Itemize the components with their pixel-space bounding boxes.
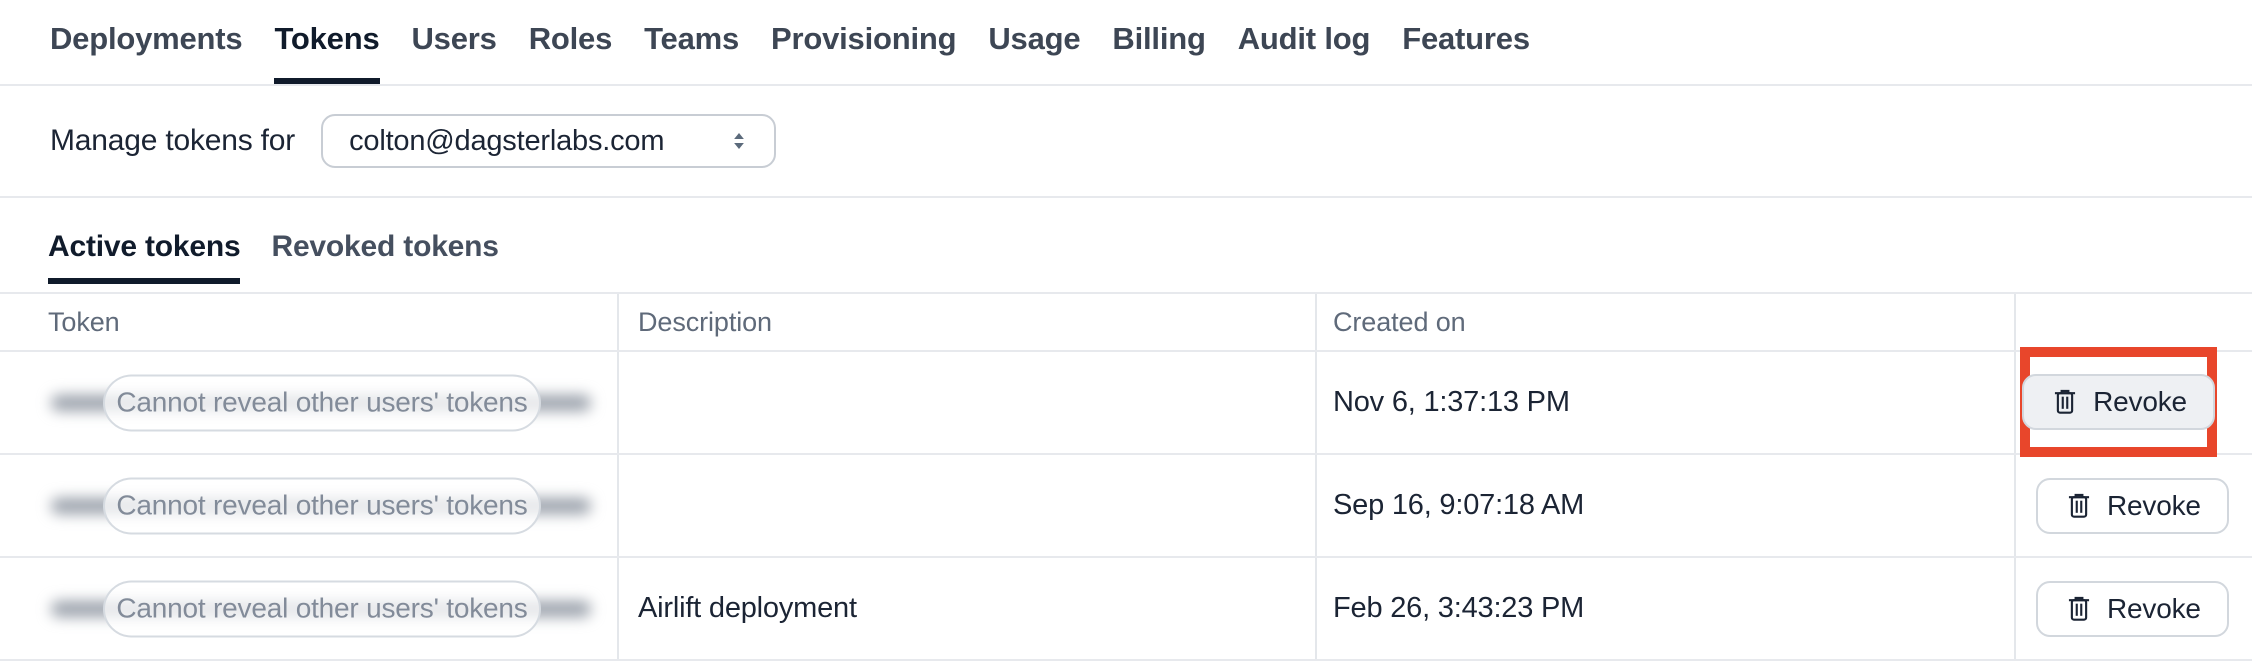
actions-cell: Revoke bbox=[2014, 558, 2252, 659]
tab-revoked-tokens[interactable]: Revoked tokens bbox=[271, 230, 498, 284]
actions-cell: Revoke bbox=[2014, 347, 2252, 457]
token-cell: Cannot reveal other users' tokens bbox=[0, 352, 617, 453]
nav-tab-roles[interactable]: Roles bbox=[529, 0, 613, 84]
created-on-cell: Sep 16, 9:07:18 AM bbox=[1315, 455, 2014, 556]
table-header-row: Token Description Created on bbox=[0, 294, 2252, 352]
revoke-button[interactable]: Revoke bbox=[2036, 477, 2229, 534]
revoke-button[interactable]: Revoke bbox=[2036, 580, 2229, 637]
column-header-created-on: Created on bbox=[1315, 294, 2014, 350]
nav-tab-provisioning[interactable]: Provisioning bbox=[771, 0, 957, 84]
nav-tab-audit-log[interactable]: Audit log bbox=[1238, 0, 1371, 84]
tab-active-tokens[interactable]: Active tokens bbox=[48, 230, 241, 284]
token-status-tabs: Active tokens Revoked tokens bbox=[0, 198, 2252, 292]
nav-tab-teams[interactable]: Teams bbox=[644, 0, 739, 84]
settings-nav: Deployments Tokens Users Roles Teams Pro… bbox=[0, 0, 2252, 86]
up-down-chevrons-icon bbox=[726, 128, 752, 154]
nav-tab-features[interactable]: Features bbox=[1402, 0, 1530, 84]
annotation-highlight-box: Revoke bbox=[2020, 347, 2217, 457]
nav-tab-tokens[interactable]: Tokens bbox=[274, 0, 380, 84]
token-hidden-pill: Cannot reveal other users' tokens bbox=[103, 580, 541, 637]
token-hidden-pill: Cannot reveal other users' tokens bbox=[103, 374, 541, 431]
nav-tab-usage[interactable]: Usage bbox=[988, 0, 1080, 84]
actions-cell: Revoke bbox=[2014, 455, 2252, 556]
table-row: Cannot reveal other users' tokens Sep 16… bbox=[0, 455, 2252, 558]
table-row: Cannot reveal other users' tokens Airlif… bbox=[0, 558, 2252, 661]
manage-tokens-section: Manage tokens for colton@dagsterlabs.com bbox=[0, 86, 2252, 198]
trash-icon bbox=[2050, 387, 2080, 417]
nav-tab-deployments[interactable]: Deployments bbox=[50, 0, 243, 84]
user-select[interactable]: colton@dagsterlabs.com bbox=[321, 114, 777, 168]
created-on-cell: Feb 26, 3:43:23 PM bbox=[1315, 558, 2014, 659]
token-cell: Cannot reveal other users' tokens bbox=[0, 455, 617, 556]
nav-tab-users[interactable]: Users bbox=[412, 0, 497, 84]
description-cell bbox=[617, 352, 1315, 453]
description-cell bbox=[617, 455, 1315, 556]
revoke-button[interactable]: Revoke bbox=[2022, 374, 2215, 430]
column-header-actions bbox=[2014, 294, 2252, 350]
manage-tokens-label: Manage tokens for bbox=[50, 124, 296, 157]
table-row: Cannot reveal other users' tokens Nov 6,… bbox=[0, 347, 2252, 457]
user-select-value: colton@dagsterlabs.com bbox=[349, 124, 665, 157]
trash-icon bbox=[2064, 491, 2094, 521]
nav-tab-billing[interactable]: Billing bbox=[1112, 0, 1206, 84]
description-cell: Airlift deployment bbox=[617, 558, 1315, 659]
token-cell: Cannot reveal other users' tokens bbox=[0, 558, 617, 659]
trash-icon bbox=[2064, 594, 2094, 624]
column-header-token: Token bbox=[48, 306, 120, 337]
tokens-table: Token Description Created on Cannot reve… bbox=[0, 292, 2252, 661]
column-header-description: Description bbox=[617, 294, 1315, 350]
created-on-cell: Nov 6, 1:37:13 PM bbox=[1315, 352, 2014, 453]
token-hidden-pill: Cannot reveal other users' tokens bbox=[103, 477, 541, 534]
